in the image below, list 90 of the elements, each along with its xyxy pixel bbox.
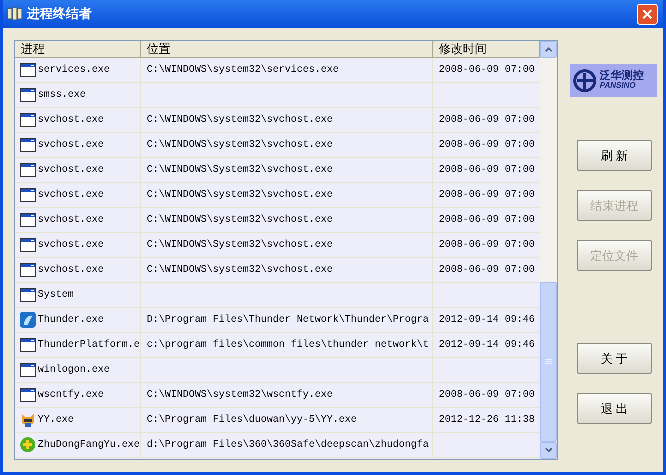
file-path: C:\WINDOWS\system32\services.exe [147,64,340,78]
modified-time: 2008-06-09 07:00 [439,188,536,202]
process-name: svchost.exe [38,164,104,178]
action-button[interactable]: 关 于 [577,343,652,374]
process-name: System [38,288,74,302]
file-path: d:\Program Files\360\360Safe\deepscan\zhudongfa [147,438,430,452]
file-path: C:\WINDOWS\System32\svchost.exe [147,164,334,178]
file-path: D:\Program Files\Thunder Network\Thunder\Progra [147,314,430,328]
window-icon [20,88,36,102]
caret-down-icon [544,448,552,453]
process-name: services.exe [38,64,110,78]
modified-time: 2012-09-14 09:46 [439,338,536,352]
scroll-thumb[interactable] [540,282,557,442]
modified-time: 2008-06-09 07:00 [439,214,536,228]
file-path: C:\Program Files\duowan\yy-5\YY.exe [147,414,358,428]
file-path: C:\WINDOWS\system32\svchost.exe [147,214,334,228]
modified-time: 2012-12-26 11:38 [439,414,536,428]
process-row[interactable]: YY.exe C:\Program Files\duowan\yy-5\YY.exe 2012-12-26 11:38 [15,408,540,433]
process-row[interactable]: svchost.exe C:\WINDOWS\system32\svchost.exe 2008-06-09 07:00 [15,108,540,133]
modified-time: 2008-06-09 07:00 [439,64,536,78]
window-icon [20,338,36,352]
process-name: wscntfy.exe [38,388,104,402]
app-icon [7,6,23,22]
process-row[interactable]: Thunder.exe D:\Program Files\Thunder Network\Thunder\Progra 2012-09-14 09:46 [15,308,540,333]
process-row[interactable]: ThunderPlatform.e c:\program files\common files\thunder network\t 2012-09-14 09:46 [15,333,540,358]
file-path: C:\WINDOWS\system32\svchost.exe [147,264,334,278]
close-button[interactable] [637,4,658,24]
process-row[interactable]: svchost.exe C:\WINDOWS\System32\svchost.exe 2008-06-09 07:00 [15,158,540,183]
plus-icon [20,437,36,453]
action-button[interactable]: 退 出 [577,393,652,424]
process-row[interactable]: svchost.exe C:\WINDOWS\system32\svchost.exe 2008-06-09 07:00 [15,208,540,233]
process-name: winlogon.exe [38,364,110,378]
window-icon [20,363,36,377]
file-path: C:\WINDOWS\system32\svchost.exe [147,138,334,152]
logo-subtitle: PANSINO [600,82,637,90]
logo-mark-icon [573,68,597,92]
process-row[interactable]: wscntfy.exe C:\WINDOWS\system32\wscntfy.exe 2008-06-09 07:00 [15,383,540,408]
process-name: svchost.exe [38,238,104,252]
modified-time: 2008-06-09 07:00 [439,388,536,402]
action-button[interactable]: 刷 新 [577,140,652,171]
column-header[interactable]: 进程 [15,41,141,57]
logo-name: 泛华测控 [600,71,644,82]
column-header[interactable]: 位置 [141,41,433,57]
caret-up-icon [544,47,552,52]
window-icon [20,388,36,402]
process-name: svchost.exe [38,138,104,152]
window-title: 进程终结者 [27,5,93,24]
window-icon [20,163,36,177]
file-path: c:\program files\common files\thunder network\t [147,338,430,352]
process-row[interactable]: svchost.exe C:\WINDOWS\system32\svchost.exe 2008-06-09 07:00 [15,258,540,283]
process-name: svchost.exe [38,188,104,202]
window-icon [20,263,36,277]
close-icon [642,8,653,20]
window-icon [20,238,36,252]
modified-time: 2008-06-09 07:00 [439,114,536,128]
file-path: C:\WINDOWS\system32\svchost.exe [147,114,334,128]
process-row[interactable]: System [15,283,540,308]
scroll-down-button[interactable] [540,442,557,459]
window-icon [20,113,36,127]
scroll-up-button[interactable] [540,41,557,58]
process-row[interactable]: ZhuDongFangYu.exe d:\Program Files\360\360Safe\deepscan\zhudongfa [15,433,540,458]
process-name: Thunder.exe [38,314,104,328]
process-row[interactable]: svchost.exe C:\WINDOWS\System32\svchost.exe 2008-06-09 07:00 [15,233,540,258]
modified-time: 2008-06-09 07:00 [439,138,536,152]
file-path: C:\WINDOWS\system32\wscntfy.exe [147,388,334,402]
modified-time: 2008-06-09 07:00 [439,164,536,178]
modified-time: 2012-09-14 09:46 [439,314,536,328]
window-icon [20,138,36,152]
process-row[interactable]: svchost.exe C:\WINDOWS\system32\svchost.exe 2008-06-09 07:00 [15,133,540,158]
process-row[interactable]: winlogon.exe [15,358,540,383]
process-row[interactable]: services.exe C:\WINDOWS\system32\services.exe 2008-06-09 07:00 [15,58,540,83]
process-name: svchost.exe [38,264,104,278]
process-row[interactable]: svchost.exe C:\WINDOWS\system32\svchost.exe 2008-06-09 07:00 [15,183,540,208]
window-icon [20,188,36,202]
process-name: YY.exe [38,414,74,428]
process-row[interactable]: smss.exe [15,83,540,108]
file-path: C:\WINDOWS\System32\svchost.exe [147,238,334,252]
scrollbar[interactable] [540,41,557,459]
process-name: ThunderPlatform.e [38,338,140,352]
grip-icon [545,358,552,366]
process-name: smss.exe [38,88,86,102]
process-name: svchost.exe [38,114,104,128]
window-icon [20,63,36,77]
file-path: C:\WINDOWS\system32\svchost.exe [147,188,334,202]
modified-time: 2008-06-09 07:00 [439,264,536,278]
modified-time: 2008-06-09 07:00 [439,238,536,252]
process-name: svchost.exe [38,214,104,228]
window-icon [20,213,36,227]
window-icon [20,288,36,302]
process-name: ZhuDongFangYu.exe [38,438,140,452]
